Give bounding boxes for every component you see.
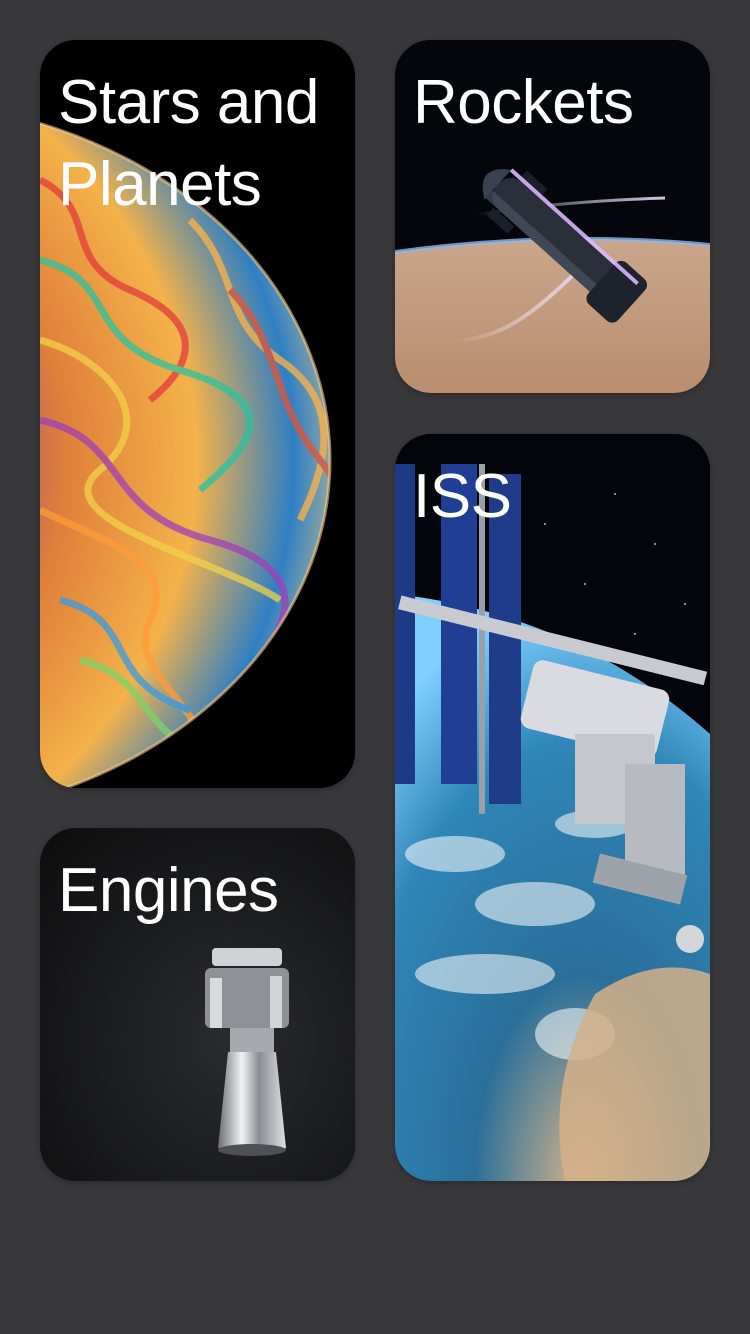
category-card-stars-and-planets[interactable]: Stars and Planets (40, 40, 355, 788)
card-title: ISS (413, 462, 512, 531)
card-title: Rockets (413, 68, 634, 137)
card-title: Stars and Planets (58, 68, 319, 219)
category-card-engines[interactable]: Engines (40, 828, 355, 1181)
space-station-image (395, 434, 710, 1181)
card-title: Engines (58, 856, 279, 925)
category-card-iss[interactable]: ISS (395, 434, 710, 1181)
category-card-rockets[interactable]: Rockets (395, 40, 710, 393)
